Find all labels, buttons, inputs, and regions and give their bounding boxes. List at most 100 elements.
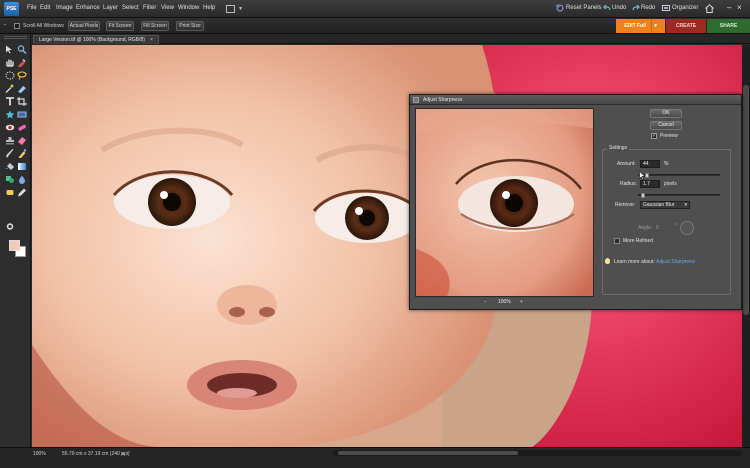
close-icon[interactable]: × xyxy=(150,37,153,43)
menu-view[interactable]: View xyxy=(161,5,174,11)
tab-edit-label: EDIT Full xyxy=(624,23,646,29)
organizer-icon[interactable] xyxy=(662,4,670,12)
menu-edit[interactable]: Edit xyxy=(40,5,50,11)
amount-label: Amount: xyxy=(617,161,636,167)
learn-more-link[interactable]: Adjust Sharpness xyxy=(656,259,695,265)
magic-wand-tool-icon[interactable] xyxy=(5,84,15,93)
close-window-button[interactable]: × xyxy=(737,3,742,12)
undo-button[interactable]: Undo xyxy=(612,5,626,11)
brush-tool-icon[interactable] xyxy=(5,149,15,158)
settings-group xyxy=(602,149,731,295)
menu-image[interactable]: Image xyxy=(56,5,73,11)
dialog-icon xyxy=(413,97,419,103)
crop-tool-icon[interactable] xyxy=(17,97,27,106)
amount-slider[interactable] xyxy=(638,173,720,178)
scroll-all-windows-label: Scroll All Windows xyxy=(23,23,64,29)
shape-tool-icon[interactable] xyxy=(5,175,15,184)
tool-options-icon: ▪ xyxy=(4,22,6,28)
undo-icon[interactable] xyxy=(603,4,611,12)
gradient-tool-icon[interactable] xyxy=(17,162,27,171)
type-tool-icon[interactable] xyxy=(5,97,15,106)
vertical-scrollbar[interactable] xyxy=(742,45,750,447)
healing-brush-tool-icon[interactable] xyxy=(17,123,27,132)
tab-create[interactable]: CREATE xyxy=(666,19,706,33)
lasso-tool-icon[interactable] xyxy=(17,71,27,80)
reset-panels-icon[interactable] xyxy=(556,4,564,12)
redo-icon[interactable] xyxy=(632,4,640,12)
menu-layer[interactable]: Layer xyxy=(103,5,118,11)
menu-filter[interactable]: Filter xyxy=(143,5,156,11)
smart-brush-tool-icon[interactable] xyxy=(17,149,27,158)
quick-selection-tool-icon[interactable] xyxy=(17,84,27,93)
radius-input[interactable]: 1.7 xyxy=(640,180,660,188)
pencil-tool-icon[interactable] xyxy=(17,188,27,197)
organizer-button[interactable]: Organizer xyxy=(672,5,698,11)
sharpness-preview[interactable] xyxy=(415,108,594,297)
foreground-color-swatch[interactable] xyxy=(9,240,20,251)
clone-stamp-tool-icon[interactable] xyxy=(5,136,15,145)
minimize-button[interactable]: – xyxy=(727,3,731,12)
menu-enhance[interactable]: Enhance xyxy=(76,5,100,11)
horizontal-scrollbar[interactable] xyxy=(333,450,743,456)
eraser-tool-icon[interactable] xyxy=(17,136,27,145)
radius-slider-thumb[interactable] xyxy=(641,193,645,198)
tab-share[interactable]: SHARE xyxy=(707,19,750,33)
ok-button[interactable]: OK xyxy=(650,109,682,118)
document-tab-title: Large Version.tif @ 100% (Background, RG… xyxy=(39,37,145,43)
preview-zoom-value: 100% xyxy=(498,299,511,305)
dialog-titlebar[interactable]: Adjust Sharpness xyxy=(410,95,741,105)
dialog-title: Adjust Sharpness xyxy=(423,97,463,103)
marquee-tool-icon[interactable] xyxy=(5,71,15,80)
workspace-layout-icon[interactable] xyxy=(226,5,235,13)
color-swap-icon[interactable] xyxy=(5,222,15,231)
menu-select[interactable]: Select xyxy=(122,5,139,11)
chevron-down-icon: ▾ xyxy=(684,202,687,208)
reset-panels-button[interactable]: Reset Panels xyxy=(566,5,602,11)
hand-tool-icon[interactable] xyxy=(5,58,15,67)
cancel-button[interactable]: Cancel xyxy=(650,121,682,130)
paint-bucket-tool-icon[interactable] xyxy=(5,162,15,171)
redo-button[interactable]: Redo xyxy=(641,5,655,11)
angle-dial xyxy=(680,221,694,235)
blur-tool-icon[interactable] xyxy=(17,175,27,184)
remove-dropdown-value: Gaussian Blur xyxy=(643,202,675,208)
fill-screen-button[interactable]: Fill Screen xyxy=(141,21,169,31)
menu-file[interactable]: File xyxy=(27,5,37,11)
sponge-tool-icon[interactable] xyxy=(5,188,15,197)
fit-screen-button[interactable]: Fit Screen xyxy=(106,21,134,31)
document-tab[interactable]: Large Version.tif @ 100% (Background, RG… xyxy=(33,35,159,44)
remove-label: Remove: xyxy=(615,202,636,208)
amount-slider-thumb[interactable] xyxy=(645,173,649,178)
info-arrow-icon[interactable]: ▸ xyxy=(122,451,125,457)
red-eye-tool-icon[interactable] xyxy=(5,123,15,132)
scroll-thumb[interactable] xyxy=(743,85,749,315)
remove-dropdown[interactable]: Gaussian Blur ▾ xyxy=(640,201,690,209)
print-size-button[interactable]: Print Size xyxy=(176,21,204,31)
preview-checkbox[interactable]: ✓ xyxy=(651,133,657,139)
adjust-sharpness-dialog: Adjust Sharpness − 100% + OK Cancel ✓ Pr… xyxy=(409,94,742,310)
zoom-level[interactable]: 100% xyxy=(33,451,46,457)
amount-input[interactable]: 44 xyxy=(640,160,660,168)
menu-window[interactable]: Window xyxy=(178,5,199,11)
eyedropper-tool-icon[interactable] xyxy=(17,58,27,67)
zoom-out-button[interactable]: − xyxy=(484,299,487,305)
straighten-tool-icon[interactable] xyxy=(17,110,27,119)
actual-pixels-button[interactable]: Actual Pixels xyxy=(68,21,100,31)
document-tab-bar: Large Version.tif @ 100% (Background, RG… xyxy=(31,34,750,44)
more-refined-checkbox[interactable] xyxy=(614,238,620,244)
chevron-down-icon: ▾ xyxy=(651,19,657,33)
radius-slider[interactable] xyxy=(638,193,720,198)
zoom-in-button[interactable]: + xyxy=(520,299,523,305)
move-tool-icon[interactable] xyxy=(5,45,15,54)
angle-value: 0 xyxy=(656,225,659,231)
cookie-cutter-tool-icon[interactable] xyxy=(5,110,15,119)
scroll-thumb[interactable] xyxy=(338,451,518,455)
panel-grip[interactable] xyxy=(4,36,27,39)
tools-panel xyxy=(0,34,31,458)
tab-edit[interactable]: EDIT Full ▾ xyxy=(616,19,665,33)
chevron-down-icon[interactable]: ▼ xyxy=(238,6,243,12)
home-icon[interactable] xyxy=(705,4,714,13)
menu-help[interactable]: Help xyxy=(203,5,215,11)
zoom-tool-icon[interactable] xyxy=(17,45,27,54)
scroll-all-windows-checkbox[interactable] xyxy=(14,23,20,29)
